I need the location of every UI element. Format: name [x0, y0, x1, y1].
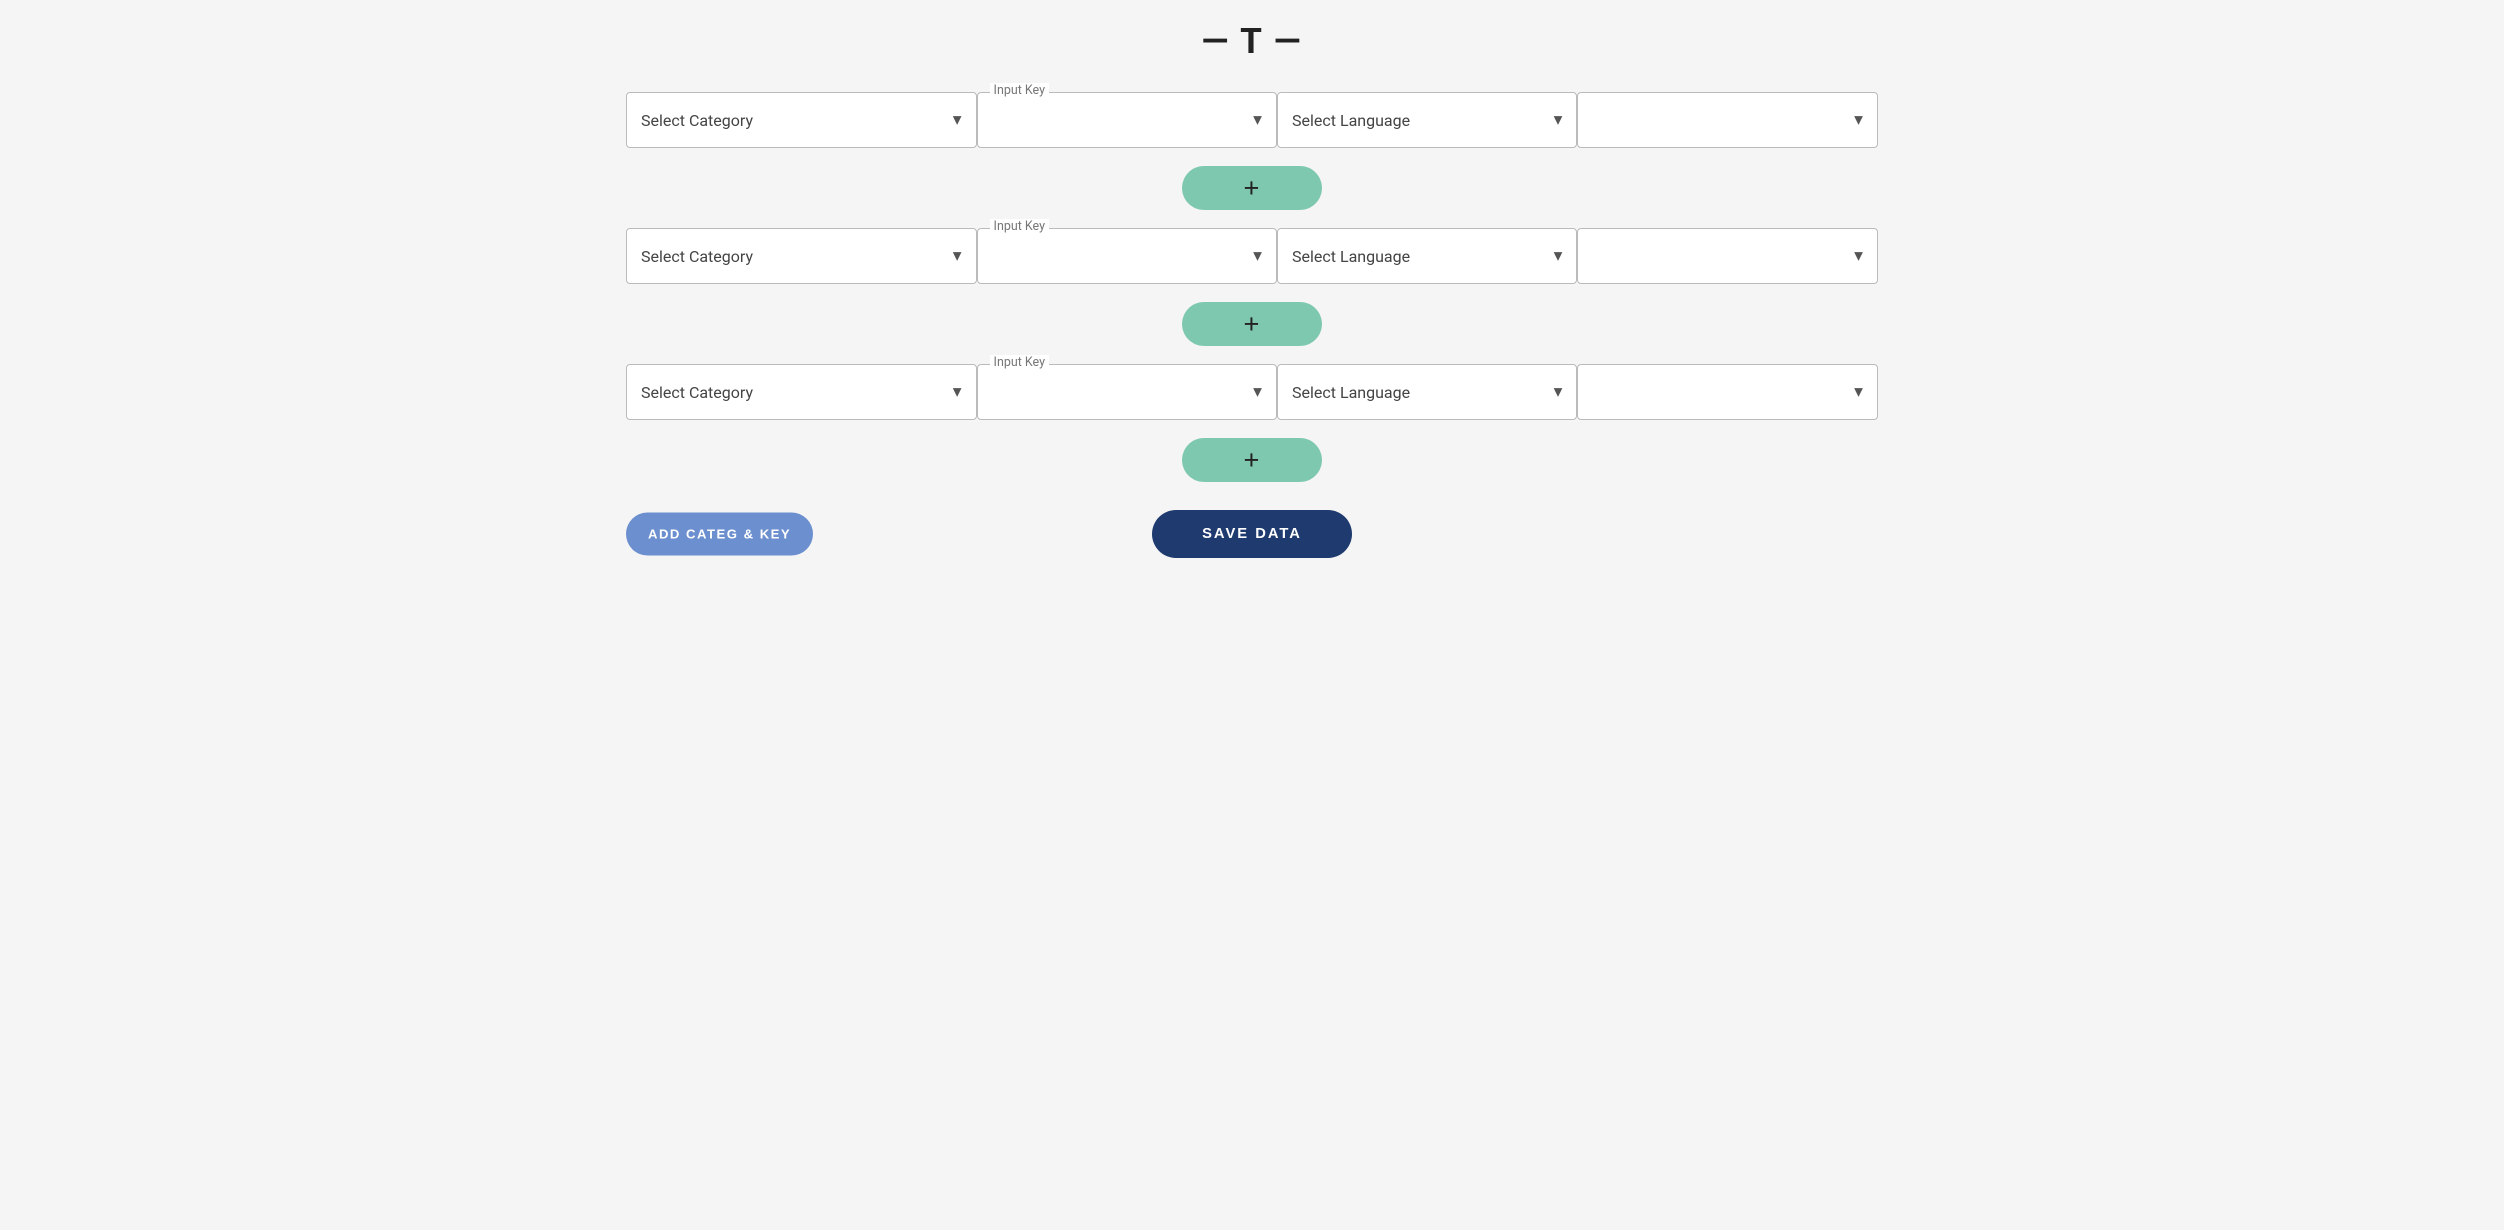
- chevron-down-icon-lang-2: ▾: [1554, 246, 1563, 266]
- page-wrapper: — T — Select Category ▾ Input Key ▾ Sele…: [626, 0, 1878, 598]
- select-category-2[interactable]: Select Category ▾: [626, 228, 977, 284]
- input-key-label-1: Input Key: [990, 83, 1049, 98]
- last-select-wrap-3: ▾: [1577, 364, 1878, 420]
- input-key-field-3[interactable]: Input Key ▾: [977, 364, 1277, 420]
- last-select-3[interactable]: ▾: [1577, 364, 1878, 420]
- chevron-down-icon-input-2: ▾: [1253, 246, 1262, 266]
- input-key-field-2[interactable]: Input Key ▾: [977, 228, 1277, 284]
- input-key-wrap-2: Input Key ▾: [977, 228, 1277, 284]
- add-categ-key-button[interactable]: ADD CATEG & KEY: [626, 513, 813, 556]
- plus-button-1[interactable]: +: [1182, 166, 1322, 210]
- chevron-down-icon-3: ▾: [953, 382, 962, 402]
- select-category-label-3: Select Category: [641, 383, 945, 402]
- plus-button-row-2: +: [626, 284, 1878, 364]
- row-group-3: Select Category ▾ Input Key ▾ Select Lan…: [626, 364, 1878, 420]
- chevron-down-icon-lang-3: ▾: [1554, 382, 1563, 402]
- input-key-wrap-3: Input Key ▾: [977, 364, 1277, 420]
- plus-button-row-3: +: [626, 420, 1878, 500]
- row-group-1: Select Category ▾ Input Key ▾ Select Lan…: [626, 92, 1878, 148]
- bottom-actions: ADD CATEG & KEY SAVE DATA: [626, 510, 1878, 558]
- select-language-wrap-1: Select Language ▾: [1277, 92, 1577, 148]
- select-language-label-1: Select Language: [1292, 111, 1546, 130]
- chevron-down-icon-2: ▾: [953, 246, 962, 266]
- chevron-down-icon-last-2: ▾: [1854, 246, 1863, 266]
- row-section-1: Select Category ▾ Input Key ▾ Select Lan…: [626, 92, 1878, 148]
- select-category-wrap-1: Select Category ▾: [626, 92, 977, 148]
- input-key-label-2: Input Key: [990, 219, 1049, 234]
- chevron-down-icon-input-3: ▾: [1253, 382, 1262, 402]
- select-language-wrap-3: Select Language ▾: [1277, 364, 1577, 420]
- select-language-wrap-2: Select Language ▾: [1277, 228, 1577, 284]
- row-group-2: Select Category ▾ Input Key ▾ Select Lan…: [626, 228, 1878, 284]
- select-category-wrap-2: Select Category ▾: [626, 228, 977, 284]
- chevron-down-icon-input-1: ▾: [1253, 110, 1262, 130]
- select-language-1[interactable]: Select Language ▾: [1277, 92, 1577, 148]
- chevron-down-icon-last-1: ▾: [1854, 110, 1863, 130]
- save-data-button[interactable]: SAVE DATA: [1152, 510, 1352, 558]
- row-section-2: Select Category ▾ Input Key ▾ Select Lan…: [626, 228, 1878, 284]
- select-language-label-2: Select Language: [1292, 247, 1546, 266]
- select-category-label-1: Select Category: [641, 111, 945, 130]
- plus-button-2[interactable]: +: [1182, 302, 1322, 346]
- select-category-label-2: Select Category: [641, 247, 945, 266]
- input-key-wrap-1: Input Key ▾: [977, 92, 1277, 148]
- input-key-field-1[interactable]: Input Key ▾: [977, 92, 1277, 148]
- chevron-down-icon-lang-1: ▾: [1554, 110, 1563, 130]
- select-category-wrap-3: Select Category ▾: [626, 364, 977, 420]
- plus-button-row-1: +: [626, 148, 1878, 228]
- select-language-2[interactable]: Select Language ▾: [1277, 228, 1577, 284]
- select-category-3[interactable]: Select Category ▾: [626, 364, 977, 420]
- select-language-label-3: Select Language: [1292, 383, 1546, 402]
- row-section-3: Select Category ▾ Input Key ▾ Select Lan…: [626, 364, 1878, 420]
- chevron-down-icon-last-3: ▾: [1854, 382, 1863, 402]
- last-select-wrap-2: ▾: [1577, 228, 1878, 284]
- page-title: — T —: [626, 20, 1878, 62]
- select-language-3[interactable]: Select Language ▾: [1277, 364, 1577, 420]
- input-key-label-3: Input Key: [990, 355, 1049, 370]
- plus-button-3[interactable]: +: [1182, 438, 1322, 482]
- chevron-down-icon-1: ▾: [953, 110, 962, 130]
- last-select-2[interactable]: ▾: [1577, 228, 1878, 284]
- last-select-wrap-1: ▾: [1577, 92, 1878, 148]
- select-category-1[interactable]: Select Category ▾: [626, 92, 977, 148]
- last-select-1[interactable]: ▾: [1577, 92, 1878, 148]
